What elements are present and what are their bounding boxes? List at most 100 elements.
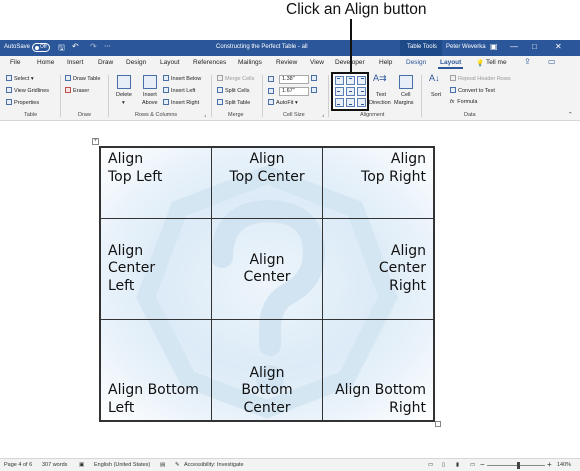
split-table-button[interactable]: Split Table [217, 99, 250, 106]
insert-below-button[interactable]: Insert Below [163, 75, 201, 82]
text-direction-button[interactable]: Text [376, 92, 386, 98]
view-gridlines-button[interactable]: View Gridlines [6, 87, 49, 94]
sort-button[interactable]: Sort [431, 92, 441, 98]
insert-right-button[interactable]: Insert Right [163, 99, 199, 106]
tab-mailings[interactable]: Mailings [238, 59, 262, 66]
customize-icon[interactable]: ⋯ [104, 42, 111, 50]
proofing-icon[interactable]: ▣ [79, 462, 84, 468]
tab-references[interactable]: References [193, 59, 226, 66]
table-cell[interactable]: Align Bottom Right [322, 319, 434, 421]
alignment-table[interactable]: Align Top Left Align Top Center Align To… [99, 146, 435, 422]
row-height-input[interactable]: 1.38" [279, 75, 309, 84]
undo-icon[interactable]: ↶ [72, 42, 79, 51]
cell-text-bottom-right: Align Bottom Right [335, 382, 426, 416]
align-top-center-button[interactable] [346, 76, 355, 85]
user-name[interactable]: Peter Weverka [446, 44, 486, 50]
tab-draw[interactable]: Draw [98, 59, 113, 66]
eraser-button[interactable]: Eraser [65, 87, 89, 94]
repeat-header-rows-button[interactable]: Repeat Header Rows [450, 75, 511, 82]
zoom-in-icon[interactable]: + [547, 460, 552, 469]
save-icon[interactable]: 🖫 [58, 42, 65, 56]
table-cell[interactable]: Align Top Center [211, 147, 323, 220]
share-icon[interactable]: ⇪ [524, 57, 531, 66]
comments-icon[interactable]: ▭ [548, 57, 556, 66]
column-width-input[interactable]: 1.67" [279, 87, 309, 96]
table-cell[interactable]: Align Center [211, 218, 323, 321]
align-center-button[interactable] [346, 87, 355, 96]
macro-icon[interactable]: ▤ [160, 462, 165, 468]
table-cell[interactable]: Align Bottom Center [211, 319, 323, 421]
ribbon-tabs: File Home Insert Draw Design Layout Refe… [0, 56, 580, 71]
word-count[interactable]: 307 words [42, 462, 67, 468]
accessibility-status[interactable]: Accessibility: Investigate [184, 462, 244, 468]
tab-help[interactable]: Help [379, 59, 392, 66]
tab-file[interactable]: File [10, 59, 20, 66]
tab-view[interactable]: View [310, 59, 324, 66]
close-button[interactable]: ✕ [555, 42, 562, 51]
redo-icon[interactable]: ↷ [90, 42, 97, 51]
tab-design[interactable]: Design [126, 59, 146, 66]
align-bottom-right-button[interactable] [357, 98, 366, 107]
align-center-right-button[interactable] [357, 87, 366, 96]
maximize-button[interactable]: □ [532, 42, 537, 51]
select-button[interactable]: Select ▾ [6, 75, 34, 82]
formula-button[interactable]: fx Formula [450, 99, 477, 105]
tab-home[interactable]: Home [37, 59, 54, 66]
ribbon-display-icon[interactable]: ▣ [490, 42, 498, 51]
table-cell[interactable]: Align Top Left [100, 147, 212, 220]
cell-size-launcher-icon[interactable]: ⌟ [322, 112, 325, 118]
print-layout-icon[interactable]: ▮ [456, 462, 459, 468]
autofit-button[interactable]: AutoFit ▾ [268, 99, 298, 106]
merge-cells-button[interactable]: Merge Cells [217, 75, 254, 82]
autosave-toggle[interactable]: Off [32, 43, 50, 52]
zoom-slider-thumb[interactable] [517, 462, 521, 469]
table-cell[interactable]: Align Bottom Left [100, 319, 212, 421]
table-tools-context: Table Tools [400, 40, 442, 56]
zoom-out-icon[interactable]: − [480, 460, 485, 469]
table-cell[interactable]: Align Top Right [322, 147, 434, 220]
delete-button[interactable]: Delete [116, 92, 132, 98]
eraser-icon [65, 87, 71, 93]
delete-label: Delete [116, 92, 132, 98]
cell-text-bottom-center: Align Bottom Center [241, 364, 293, 416]
zoom-slider[interactable] [487, 465, 545, 466]
web-layout-icon[interactable]: ▭ [470, 462, 475, 468]
merge-cells-icon [217, 75, 223, 81]
tab-review[interactable]: Review [276, 59, 297, 66]
focus-icon[interactable]: ▭ [428, 462, 433, 468]
tab-insert[interactable]: Insert [67, 59, 83, 66]
distribute-columns-icon[interactable] [311, 87, 319, 94]
cell-margins-button[interactable]: Cell [401, 92, 410, 98]
tell-me-search[interactable]: Tell me [486, 59, 507, 66]
properties-button[interactable]: Properties [6, 99, 39, 106]
zoom-level[interactable]: 140% [557, 462, 571, 468]
table-resize-handle[interactable] [435, 421, 441, 427]
group-separator [328, 75, 329, 117]
table-cell[interactable]: Align Center Right [322, 218, 434, 321]
insert-above-button[interactable]: Insert [143, 92, 157, 98]
align-bottom-center-button[interactable] [346, 98, 355, 107]
delete-dropdown-icon[interactable]: ▾ [122, 100, 125, 106]
draw-table-button[interactable]: Draw Table [65, 75, 100, 82]
distribute-rows-icon[interactable] [311, 75, 319, 82]
minimize-button[interactable]: — [510, 42, 518, 51]
select-label: Select [14, 76, 30, 82]
collapse-ribbon-icon[interactable]: ⌃ [568, 112, 573, 118]
rows-columns-launcher-icon[interactable]: ⌟ [204, 112, 207, 118]
table-cell[interactable]: Align Center Left [100, 218, 212, 321]
page-count[interactable]: Page 4 of 6 [4, 462, 32, 468]
tab-table-design[interactable]: Design [406, 59, 426, 66]
table-move-handle-icon[interactable]: + [92, 138, 99, 145]
cell-margins-label-1: Cell [401, 92, 411, 98]
align-bottom-left-button[interactable] [335, 98, 344, 107]
split-cells-button[interactable]: Split Cells [217, 87, 249, 94]
align-top-right-button[interactable] [357, 76, 366, 85]
convert-to-text-button[interactable]: Convert to Text [450, 87, 495, 94]
align-center-left-button[interactable] [335, 87, 344, 96]
insert-left-button[interactable]: Insert Left [163, 87, 195, 94]
align-top-left-button[interactable] [335, 76, 344, 85]
language-status[interactable]: English (United States) [94, 462, 150, 468]
tab-table-layout[interactable]: Layout [437, 59, 464, 69]
tab-layout[interactable]: Layout [160, 59, 180, 66]
read-mode-icon[interactable]: ▯ [442, 462, 445, 468]
